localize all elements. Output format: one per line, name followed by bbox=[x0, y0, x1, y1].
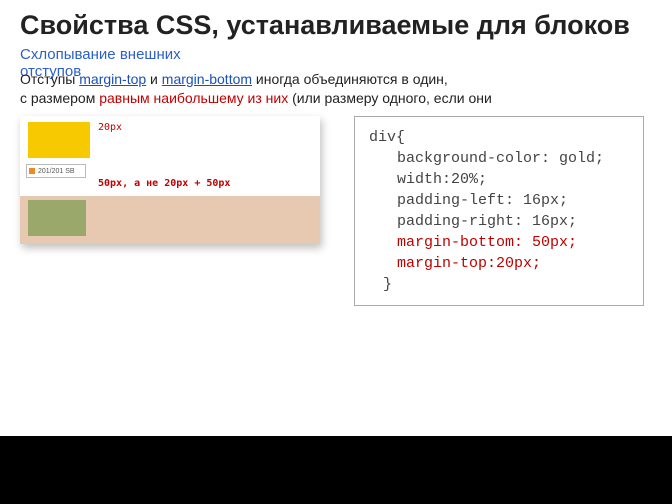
code-line: padding-right: 16px; bbox=[369, 211, 631, 232]
page-title: Свойства CSS, устанавливаемые для блоков bbox=[20, 10, 652, 41]
olive-box bbox=[28, 200, 86, 236]
code-line-highlight: margin-top:20px; bbox=[369, 253, 631, 274]
code-line: div{ bbox=[369, 127, 631, 148]
slide: Свойства CSS, устанавливаемые для блоков… bbox=[0, 0, 672, 504]
margin-collapse-illustration: 20px 201/201 SB 50px, а не 20px + 50px bbox=[20, 116, 320, 244]
subtitle-line1: Схлопывание внешних bbox=[20, 46, 181, 63]
code-line-highlight: margin-bottom: 50px; bbox=[369, 232, 631, 253]
margin-bottom-link[interactable]: margin-bottom bbox=[162, 71, 252, 87]
code-line: background-color: gold; bbox=[369, 148, 631, 169]
label-50px-note: 50px, а не 20px + 50px bbox=[98, 178, 230, 189]
para-text: с размером bbox=[20, 90, 99, 106]
content-row: 20px 201/201 SB 50px, а не 20px + 50px d… bbox=[20, 116, 652, 306]
label-20px: 20px bbox=[98, 122, 122, 133]
para-text: Отступы bbox=[20, 71, 79, 87]
code-line: width:20%; bbox=[369, 169, 631, 190]
code-line: } bbox=[369, 274, 631, 295]
para-emphasis: равным наибольшему из них bbox=[99, 90, 288, 106]
description-paragraph: Отступы margin-top и margin-bottom иногд… bbox=[20, 70, 640, 108]
gold-box-top bbox=[28, 122, 90, 158]
para-text: (или размеру одного, если они bbox=[288, 90, 492, 106]
footer-bar bbox=[0, 436, 672, 504]
para-text: иногда объединяются в один, bbox=[252, 71, 448, 87]
capture-badge: 201/201 SB bbox=[26, 164, 86, 178]
code-line: padding-left: 16px; bbox=[369, 190, 631, 211]
para-text: и bbox=[146, 71, 162, 87]
margin-top-link[interactable]: margin-top bbox=[79, 71, 146, 87]
css-code-block: div{ background-color: gold; width:20%; … bbox=[354, 116, 644, 306]
